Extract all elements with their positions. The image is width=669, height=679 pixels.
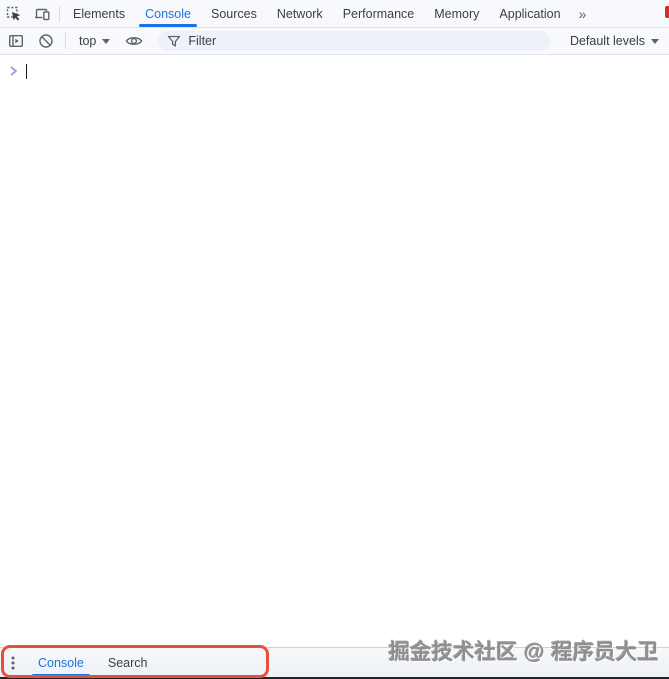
tab-application[interactable]: Application: [489, 0, 570, 27]
tab-sources[interactable]: Sources: [201, 0, 267, 27]
eye-icon: [125, 32, 143, 50]
context-selector-dropdown[interactable]: top: [71, 34, 118, 48]
devtools-window: Elements Console Sources Network Perform…: [0, 0, 669, 679]
tab-label: Sources: [211, 7, 257, 21]
tab-elements[interactable]: Elements: [63, 0, 135, 27]
device-toolbar-icon: [34, 6, 50, 22]
tab-label: Network: [277, 7, 323, 21]
kebab-menu-icon: [11, 655, 15, 671]
tab-console[interactable]: Console: [135, 0, 201, 27]
main-tabbar: Elements Console Sources Network Perform…: [0, 0, 669, 28]
tab-label: Console: [145, 7, 191, 21]
tab-label: Elements: [73, 7, 125, 21]
double-chevron-icon: »: [579, 6, 586, 22]
console-sidebar-button[interactable]: [2, 33, 30, 49]
console-toolbar: top Default levels: [0, 28, 669, 55]
log-levels-label: Default levels: [570, 34, 645, 48]
drawer-tab-label: Search: [108, 656, 148, 670]
tab-label: Performance: [343, 7, 415, 21]
console-messages-area[interactable]: [0, 55, 669, 647]
drawer-tab-search[interactable]: Search: [96, 648, 160, 677]
error-badge: [665, 6, 669, 18]
device-toolbar-button[interactable]: [28, 0, 56, 27]
text-cursor: [26, 64, 27, 79]
prompt-chevron-icon: [7, 64, 21, 78]
panel-tabs: Elements Console Sources Network Perform…: [63, 0, 571, 27]
block-icon: [38, 33, 54, 49]
tab-label: Application: [499, 7, 560, 21]
clear-console-button[interactable]: [32, 33, 60, 49]
filter-input[interactable]: [188, 34, 541, 48]
inspect-cursor-icon: [6, 6, 22, 22]
more-tabs-button[interactable]: »: [571, 0, 594, 27]
filter-box[interactable]: [158, 31, 550, 51]
tab-network[interactable]: Network: [267, 0, 333, 27]
drawer-tabbar: Console Search: [0, 647, 669, 677]
console-prompt-row[interactable]: [0, 55, 669, 81]
drawer-tab-console[interactable]: Console: [26, 648, 96, 677]
tab-label: Memory: [434, 7, 479, 21]
live-expression-button[interactable]: [120, 32, 148, 50]
log-levels-dropdown[interactable]: Default levels: [562, 34, 661, 48]
context-selector-label: top: [79, 34, 96, 48]
tab-memory[interactable]: Memory: [424, 0, 489, 27]
tab-performance[interactable]: Performance: [333, 0, 425, 27]
drawer-tab-label: Console: [38, 656, 84, 670]
drawer-menu-button[interactable]: [0, 648, 26, 677]
chevron-down-icon: [102, 39, 110, 44]
chevron-down-icon: [651, 39, 659, 44]
toolbar-divider: [59, 6, 60, 22]
console-sidebar-icon: [8, 33, 24, 49]
filter-funnel-icon: [167, 34, 181, 48]
inspect-element-button[interactable]: [0, 0, 28, 27]
toolbar-divider: [65, 33, 66, 49]
